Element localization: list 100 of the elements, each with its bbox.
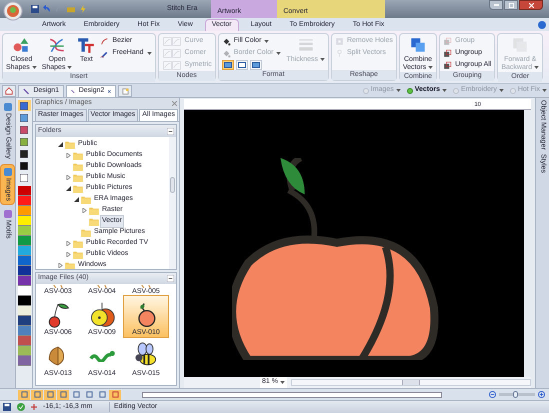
minimize-button[interactable] <box>489 0 503 10</box>
color-swatch[interactable] <box>18 266 30 276</box>
paint-bucket-icon <box>222 37 231 46</box>
node-icon <box>162 37 182 46</box>
color-swatch[interactable] <box>18 196 30 206</box>
expand-arrow-icon[interactable] <box>58 263 63 268</box>
color-swatch[interactable] <box>18 326 30 336</box>
zoom-slider-thumb[interactable] <box>513 391 518 398</box>
color-swatch[interactable] <box>18 256 30 266</box>
collapse-arrow-icon[interactable] <box>74 197 79 202</box>
design-canvas[interactable] <box>184 110 531 377</box>
tool-button[interactable] <box>18 172 30 183</box>
color-swatch[interactable] <box>18 346 30 356</box>
tool-button[interactable] <box>18 136 30 147</box>
maximize-icon <box>508 2 514 8</box>
design-icon <box>23 88 30 95</box>
caret-icon <box>442 89 448 92</box>
color-swatch[interactable] <box>18 306 30 316</box>
color-swatch[interactable] <box>18 336 30 346</box>
caret-icon <box>498 89 504 92</box>
bezier-pen-icon <box>100 37 110 46</box>
color-swatch[interactable] <box>18 236 30 246</box>
format-mode-button[interactable] <box>250 60 262 70</box>
folder-icon <box>73 174 83 182</box>
caret-icon <box>280 381 285 384</box>
home-tab[interactable] <box>2 85 16 97</box>
caret-icon <box>146 52 152 55</box>
combine-icon <box>409 36 428 54</box>
collapse-icon[interactable] <box>167 128 174 134</box>
new-tab-button[interactable] <box>118 85 132 97</box>
color-swatch[interactable] <box>18 296 30 306</box>
scrollbar[interactable] <box>169 137 176 269</box>
tool-button[interactable] <box>18 148 30 159</box>
image-fragment-icon <box>51 285 65 288</box>
tool-button[interactable] <box>18 112 30 123</box>
toolbar-button[interactable] <box>18 390 30 400</box>
color-swatch[interactable] <box>18 246 30 256</box>
color-swatch[interactable] <box>18 216 30 226</box>
home-icon <box>5 87 13 95</box>
folder-icon <box>73 162 83 170</box>
folder-icon <box>65 140 75 148</box>
paint-bucket-icon <box>222 49 231 58</box>
toolbar-button[interactable] <box>31 390 43 400</box>
color-swatch[interactable] <box>18 356 30 366</box>
folder-icon <box>81 196 91 204</box>
caret-icon <box>542 89 547 92</box>
text-tool-icon <box>77 36 96 54</box>
node-icon <box>162 61 182 70</box>
close-icon[interactable] <box>108 89 111 94</box>
collapse-icon[interactable] <box>167 275 174 282</box>
zoom-in-icon[interactable] <box>538 391 545 398</box>
color-swatch[interactable] <box>18 276 30 286</box>
curves-icon <box>48 36 66 54</box>
toolbar-button[interactable] <box>57 390 69 400</box>
caterpillar-drawing <box>88 350 116 362</box>
caret-icon <box>264 40 270 43</box>
caret-icon <box>428 66 434 69</box>
folder-icon <box>89 206 99 214</box>
toolbar-button[interactable] <box>44 390 56 400</box>
image-fragment-icon <box>139 285 153 288</box>
expand-arrow-icon[interactable] <box>66 241 71 246</box>
minimize-icon <box>494 4 498 6</box>
help-icon[interactable] <box>538 21 546 29</box>
color-swatch[interactable] <box>18 226 30 236</box>
format-mode-button[interactable] <box>222 60 234 70</box>
tool-button[interactable] <box>18 100 30 111</box>
color-swatch[interactable] <box>18 286 30 296</box>
split-icon <box>334 49 344 58</box>
toolbar-button[interactable] <box>109 390 121 400</box>
tab-icon <box>4 103 12 111</box>
expand-arrow-icon[interactable] <box>66 153 71 158</box>
save-icon[interactable] <box>31 5 39 13</box>
freehand-pencil-icon <box>100 49 110 58</box>
tool-button[interactable] <box>18 160 30 171</box>
caret-icon <box>320 58 325 61</box>
folder-icon <box>73 250 83 258</box>
close-button[interactable] <box>519 0 543 10</box>
folder-icon <box>65 262 75 269</box>
collapse-arrow-icon[interactable] <box>58 142 63 147</box>
expand-arrow-icon[interactable] <box>66 175 71 180</box>
color-swatch[interactable] <box>18 316 30 326</box>
color-swatch[interactable] <box>18 186 30 196</box>
node-icon <box>162 49 182 58</box>
caret-icon <box>534 66 540 69</box>
expand-arrow-icon[interactable] <box>82 208 87 213</box>
horizontal-scrollbar[interactable] <box>291 379 531 386</box>
caret-icon <box>276 52 282 55</box>
color-swatch[interactable] <box>18 206 30 216</box>
zoom-out-icon[interactable] <box>489 391 496 398</box>
scrollbar[interactable] <box>524 110 531 377</box>
save-icon[interactable] <box>3 403 11 411</box>
expand-arrow-icon[interactable] <box>66 252 71 257</box>
format-mode-button[interactable] <box>236 60 248 70</box>
tool-button[interactable] <box>18 124 30 135</box>
caret-icon <box>396 89 401 92</box>
maximize-button[interactable] <box>504 0 518 10</box>
folder-icon <box>73 184 83 192</box>
collapse-arrow-icon[interactable] <box>66 186 71 191</box>
image-fragment-icon <box>95 285 109 288</box>
folder-icon <box>81 228 91 236</box>
